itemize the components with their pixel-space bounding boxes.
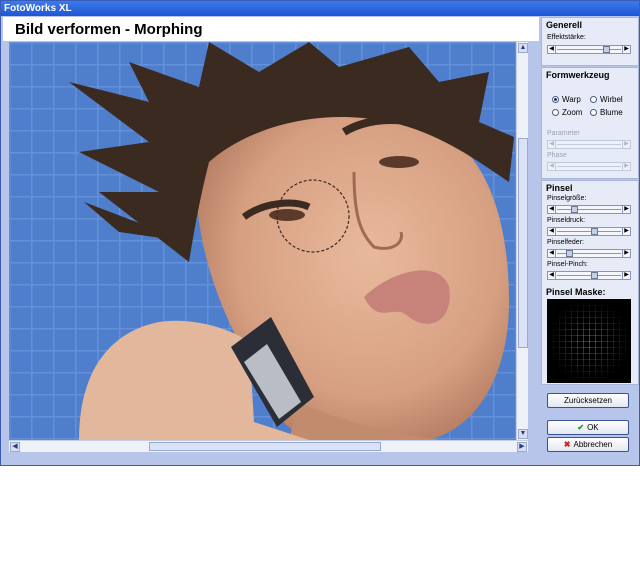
scroll-down-arrow[interactable]: ▼ [518, 429, 528, 439]
brush-mask-preview [547, 299, 631, 383]
pinseldruck-slider[interactable]: ◀ ▶ [547, 227, 631, 236]
brush-mask-graphic [547, 299, 631, 383]
vertical-scrollbar[interactable]: ▲ ▼ [516, 42, 528, 440]
slider-left-arrow[interactable]: ◀ [548, 206, 556, 213]
slider-knob[interactable] [571, 206, 579, 213]
x-icon: ✖ [563, 440, 571, 449]
radio-dot[interactable] [552, 96, 559, 103]
scroll-right-arrow[interactable]: ▶ [517, 442, 527, 452]
slider-right-arrow[interactable]: ▶ [622, 250, 630, 257]
radio-dot[interactable] [590, 96, 597, 103]
section-pinsel: Pinsel Pinselgröße: ◀ ▶ Pinseldruck: ◀ ▶… [541, 180, 639, 385]
radio-warp[interactable]: Warp [552, 95, 581, 104]
slider-knob[interactable] [565, 250, 573, 257]
radio-wirbel[interactable]: Wirbel [590, 95, 623, 104]
slider-right-arrow[interactable]: ▶ [622, 206, 630, 213]
pinsel-maske-label: Pinsel Maske: [546, 287, 606, 297]
image-canvas[interactable] [9, 42, 516, 440]
pinselgroesse-label: Pinselgröße: [547, 195, 587, 202]
slider-left-arrow[interactable]: ◀ [548, 250, 556, 257]
slider-left-arrow[interactable]: ◀ [548, 228, 556, 235]
window-title: FotoWorks XL [1, 1, 639, 16]
radio-dot[interactable] [590, 109, 597, 116]
effektstaerke-label: Effektstärke: [547, 34, 586, 41]
pinselfeder-label: Pinselfeder: [547, 239, 584, 246]
page-title: Bild verformen - Morphing [15, 21, 203, 38]
param2-label: Phase [547, 152, 567, 159]
slider-knob[interactable] [591, 228, 599, 235]
scroll-up-arrow[interactable]: ▲ [518, 43, 528, 53]
slider-left-arrow[interactable]: ◀ [548, 46, 556, 53]
app-window: FotoWorks XL Bild verformen - Morphing ▲… [0, 0, 640, 466]
param1-label: Parameter [547, 130, 580, 137]
slider-knob[interactable] [591, 272, 599, 279]
radio-blume[interactable]: Blume [590, 108, 623, 117]
settings-panel: Generell Effektstärke: ◀ ▶ Formwerkzeug … [541, 17, 639, 465]
reset-button[interactable]: Zurücksetzen [547, 393, 629, 408]
photo-preview[interactable] [9, 42, 516, 440]
section-title: Generell [546, 20, 583, 30]
check-icon: ✔ [577, 423, 585, 432]
slider-right-arrow[interactable]: ▶ [622, 46, 630, 53]
slider-right-arrow[interactable]: ▶ [622, 228, 630, 235]
dialog-header: Bild verformen - Morphing [3, 17, 539, 41]
ok-button[interactable]: ✔ OK [547, 420, 629, 435]
param1-slider[interactable]: ◀ ▶ [547, 140, 631, 149]
section-generell: Generell Effektstärke: ◀ ▶ [541, 17, 639, 66]
scroll-thumb-horizontal[interactable] [149, 442, 381, 451]
section-title: Formwerkzeug [546, 70, 610, 80]
section-formwerkzeug: Formwerkzeug Warp Wirbel Zoom Blume Para… [541, 67, 639, 179]
cancel-button[interactable]: ✖ Abbrechen [547, 437, 629, 452]
scroll-left-arrow[interactable]: ◀ [10, 442, 20, 452]
pinsel-pinch-label: Pinsel-Pinch: [547, 261, 588, 268]
radio-dot[interactable] [552, 109, 559, 116]
pinsel-pinch-slider[interactable]: ◀ ▶ [547, 271, 631, 280]
param2-slider[interactable]: ◀ ▶ [547, 162, 631, 171]
slider-knob[interactable] [602, 46, 610, 53]
radio-zoom[interactable]: Zoom [552, 108, 582, 117]
pinselgroesse-slider[interactable]: ◀ ▶ [547, 205, 631, 214]
horizontal-scrollbar[interactable]: ◀ ▶ [9, 440, 528, 452]
slider-left-arrow[interactable]: ◀ [548, 272, 556, 279]
section-title: Pinsel [546, 183, 573, 193]
effektstaerke-slider[interactable]: ◀ ▶ [547, 45, 631, 54]
pinseldruck-label: Pinseldruck: [547, 217, 586, 224]
pinselfeder-slider[interactable]: ◀ ▶ [547, 249, 631, 258]
slider-right-arrow[interactable]: ▶ [622, 272, 630, 279]
scroll-thumb-vertical[interactable] [518, 138, 528, 348]
